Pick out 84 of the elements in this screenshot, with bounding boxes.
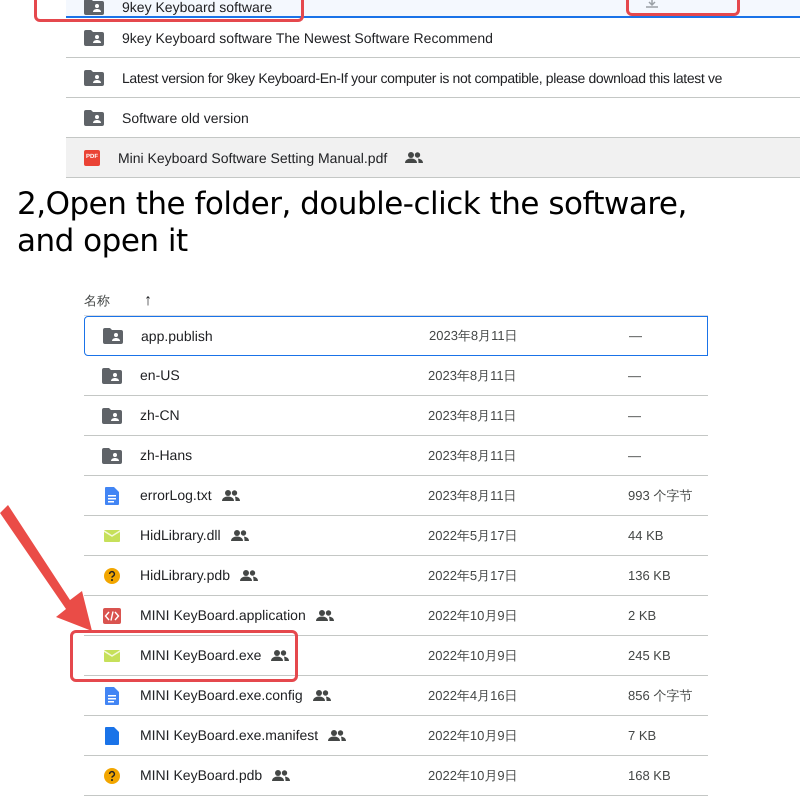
file-name: 9key Keyboard software	[122, 0, 272, 16]
instruction-text: 2,Open the folder, double-click the software, and open it	[17, 186, 688, 260]
file-table-row[interactable]: MINI KeyBoard.pdb 2022年10月9日 168 KB	[84, 756, 708, 796]
column-header[interactable]: 名称	[84, 290, 110, 310]
file-size: 44 KB	[628, 526, 664, 545]
file-table-row[interactable]: errorLog.txt 2023年8月11日 993 个字节	[84, 476, 708, 516]
question-icon	[104, 568, 120, 584]
file-name: zh-Hans	[140, 446, 192, 465]
file-name: MINI KeyBoard.exe	[140, 646, 262, 665]
file-name: MINI KeyBoard.pdb	[140, 766, 262, 785]
document-icon	[105, 686, 119, 704]
modified-date: 2023年8月11日	[428, 406, 518, 425]
shared-people-icon	[328, 730, 346, 741]
file-size: 168 KB	[628, 766, 671, 785]
shared-people-icon	[316, 610, 334, 621]
shared-people-icon	[222, 490, 240, 501]
file-table-row[interactable]: zh-Hans 2023年8月11日 —	[84, 436, 708, 476]
modified-date: 2022年10月9日	[428, 606, 519, 625]
envelope-icon	[104, 650, 120, 662]
modified-date: 2023年8月11日	[429, 327, 519, 346]
code-icon	[103, 608, 121, 624]
file-name: Software old version	[122, 108, 249, 126]
shared-folder-icon	[84, 70, 104, 86]
file-table-row[interactable]: app.publish 2023年8月11日 —	[84, 316, 708, 356]
file-name: HidLibrary.pdb	[140, 566, 230, 585]
file-table-row[interactable]: MINI KeyBoard.exe.manifest 2022年10月9日 7 KB	[84, 716, 708, 756]
download-icon	[645, 0, 659, 8]
file-size: —	[628, 446, 641, 465]
file-size: 245 KB	[628, 646, 671, 665]
modified-date: 2022年10月9日	[428, 766, 519, 785]
shared-people-icon	[312, 690, 331, 701]
shared-people-icon	[240, 570, 258, 581]
file-name: MINI KeyBoard.exe.manifest	[140, 726, 318, 745]
shared-folder-icon	[84, 0, 104, 15]
shared-people-icon	[230, 530, 249, 541]
file-name: HidLibrary.dll	[140, 526, 221, 545]
file-icon	[105, 726, 119, 744]
shared-folder-icon	[103, 328, 123, 344]
document-icon	[105, 486, 119, 504]
file-name: zh-CN	[140, 406, 180, 425]
modified-date: 2023年8月11日	[428, 446, 518, 465]
file-table-row[interactable]: HidLibrary.dll 2022年5月17日 44 KB	[84, 516, 708, 556]
shared-folder-icon	[102, 408, 122, 424]
file-size: —	[629, 327, 642, 346]
file-table-row[interactable]: MINI KeyBoard.exe 2022年10月9日 245 KB	[84, 636, 708, 676]
shared-folder-icon	[84, 30, 104, 46]
file-name: Mini Keyboard Software Setting Manual.pdf	[118, 148, 388, 166]
modified-date: 2022年10月9日	[428, 646, 519, 665]
file-size: —	[628, 366, 641, 385]
file-list-row[interactable]: Latest version for 9key Keyboard-En-If your computer is not compatible, please download this latest ve	[66, 58, 800, 98]
file-name: app.publish	[141, 326, 213, 346]
modified-date: 2022年4月16日	[428, 686, 519, 705]
modified-date: 2023年8月11日	[428, 486, 518, 505]
shared-folder-icon	[84, 110, 104, 126]
file-table-row[interactable]: MINI KeyBoard.exe.config 2022年4月16日 856 个字节	[84, 676, 708, 716]
shared-folder-icon	[102, 448, 122, 464]
envelope-icon	[104, 530, 120, 542]
file-size: 7 KB	[628, 726, 656, 745]
file-table-row[interactable]: zh-CN 2023年8月11日 —	[84, 396, 708, 436]
shared-folder-icon	[102, 368, 122, 384]
file-name: MINI KeyBoard.application	[140, 606, 306, 625]
file-name: Latest version for 9key Keyboard-En-If your computer is not compatible, please download this latest ve	[122, 68, 722, 86]
file-table-row[interactable]: HidLibrary.pdb 2022年5月17日 136 KB	[84, 556, 708, 596]
shared-people-icon	[405, 152, 424, 163]
question-icon	[104, 768, 120, 784]
file-name: 9key Keyboard software The Newest Software Recommend	[122, 28, 493, 46]
file-size: 2 KB	[628, 606, 656, 625]
modified-date: 2022年5月17日	[428, 526, 519, 545]
file-name: MINI KeyBoard.exe.config	[140, 686, 303, 705]
file-list-row[interactable]: 9key Keyboard software The Newest Software Recommend	[66, 18, 800, 58]
file-table-row[interactable]: en-US 2023年8月11日 —	[84, 356, 708, 396]
modified-date: 2023年8月11日	[428, 366, 518, 385]
file-size: 136 KB	[628, 566, 671, 585]
sort-arrow[interactable]: ↑	[144, 288, 152, 312]
modified-date: 2022年10月9日	[428, 726, 519, 745]
shared-people-icon	[271, 650, 290, 661]
file-size: —	[628, 406, 641, 425]
file-list-row[interactable]: 9key Keyboard software	[66, 0, 800, 18]
file-name: errorLog.txt	[140, 486, 212, 505]
shared-people-icon	[272, 770, 290, 781]
file-size: 993 个字节	[628, 486, 692, 505]
file-size: 856 个字节	[628, 686, 692, 705]
file-name: en-US	[140, 366, 180, 385]
modified-date: 2022年5月17日	[428, 566, 519, 585]
